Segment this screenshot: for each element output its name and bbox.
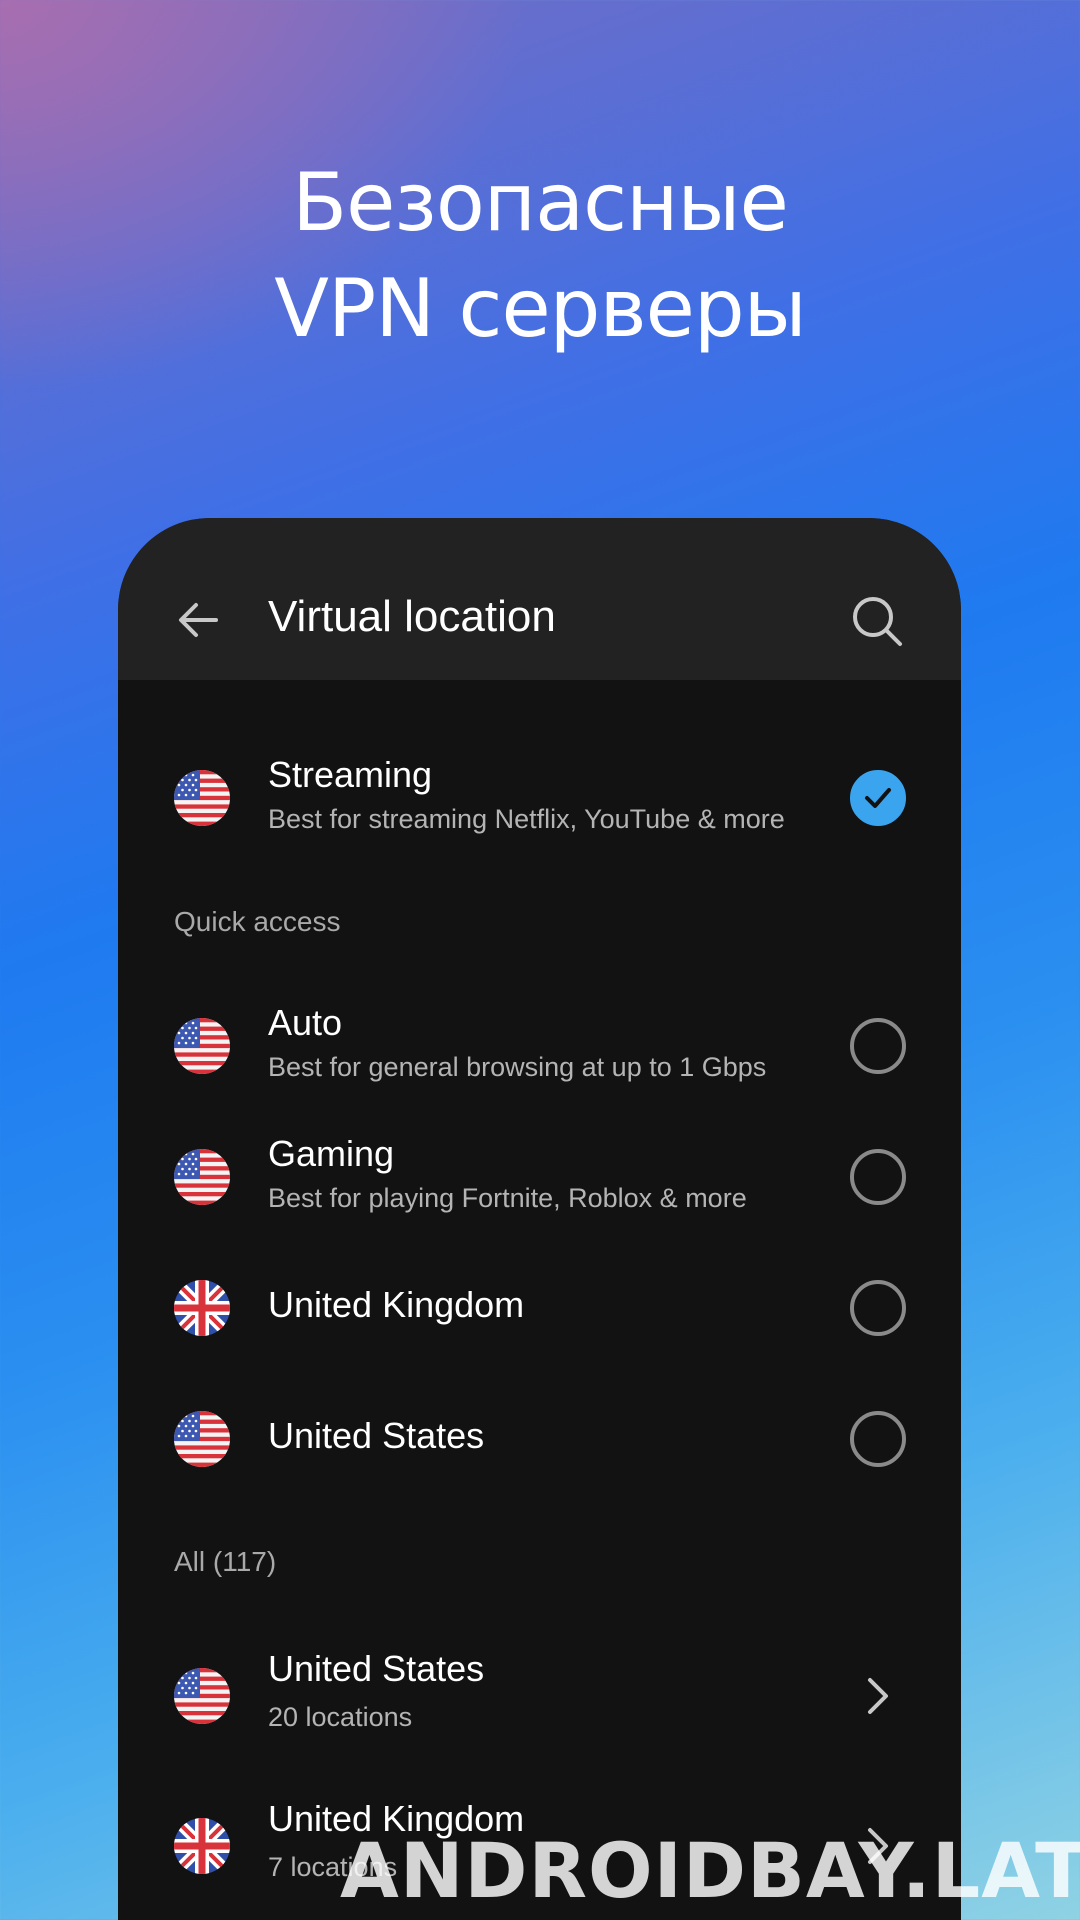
- location-row-united-states[interactable]: United States: [118, 1373, 961, 1493]
- page-title: Virtual location: [268, 592, 556, 641]
- section-label-quick-access: Quick access: [174, 906, 341, 937]
- headline-line-1: Безопасные: [292, 156, 789, 249]
- search-icon[interactable]: [850, 594, 904, 648]
- row-title: United States: [268, 1648, 485, 1689]
- chevron-right-icon: [868, 1678, 888, 1714]
- us-flag-icon: [174, 770, 230, 826]
- location-row-gaming[interactable]: Gaming Best for playing Fortnite, Roblox…: [118, 1111, 961, 1231]
- section-label-all: All (117): [174, 1546, 277, 1577]
- selected-check-radio[interactable]: [850, 770, 906, 826]
- uk-flag-icon: [174, 1818, 230, 1874]
- row-title: Auto: [268, 1002, 343, 1043]
- arrow-left-icon[interactable]: [174, 596, 222, 644]
- row-title: Streaming: [268, 754, 433, 795]
- location-row-united-kingdom[interactable]: United Kingdom: [118, 1242, 961, 1362]
- headline-line-2: VPN серверы: [274, 262, 807, 355]
- radio-button[interactable]: [850, 1411, 906, 1467]
- promo-headline: Безопасные VPN серверы: [0, 150, 1080, 362]
- country-row-united-states[interactable]: United States 20 locations: [118, 1626, 961, 1766]
- row-title: Gaming: [268, 1133, 395, 1174]
- us-flag-icon: [174, 1411, 230, 1467]
- location-row-streaming[interactable]: Streaming Best for streaming Netflix, Yo…: [118, 732, 961, 852]
- us-flag-icon: [174, 1668, 230, 1724]
- phone-screen: Virtual location Streaming Best for stre…: [118, 518, 961, 1920]
- radio-button[interactable]: [850, 1149, 906, 1205]
- radio-button[interactable]: [850, 1018, 906, 1074]
- row-subtitle: 20 locations: [268, 1702, 413, 1732]
- uk-flag-icon: [174, 1280, 230, 1336]
- row-subtitle: Best for streaming Netflix, YouTube & mo…: [268, 804, 785, 834]
- watermark-text: ANDROIDBAY.LAT: [340, 1826, 1080, 1915]
- row-title: United Kingdom: [268, 1284, 525, 1325]
- check-icon: [865, 788, 891, 808]
- location-row-auto[interactable]: Auto Best for general browsing at up to …: [118, 980, 961, 1100]
- row-subtitle: Best for general browsing at up to 1 Gbp…: [268, 1052, 767, 1082]
- row-title: United States: [268, 1415, 485, 1456]
- us-flag-icon: [174, 1149, 230, 1205]
- row-subtitle: Best for playing Fortnite, Roblox & more: [268, 1183, 747, 1213]
- radio-button[interactable]: [850, 1280, 906, 1336]
- app-bar: Virtual location: [118, 518, 961, 680]
- us-flag-icon: [174, 1018, 230, 1074]
